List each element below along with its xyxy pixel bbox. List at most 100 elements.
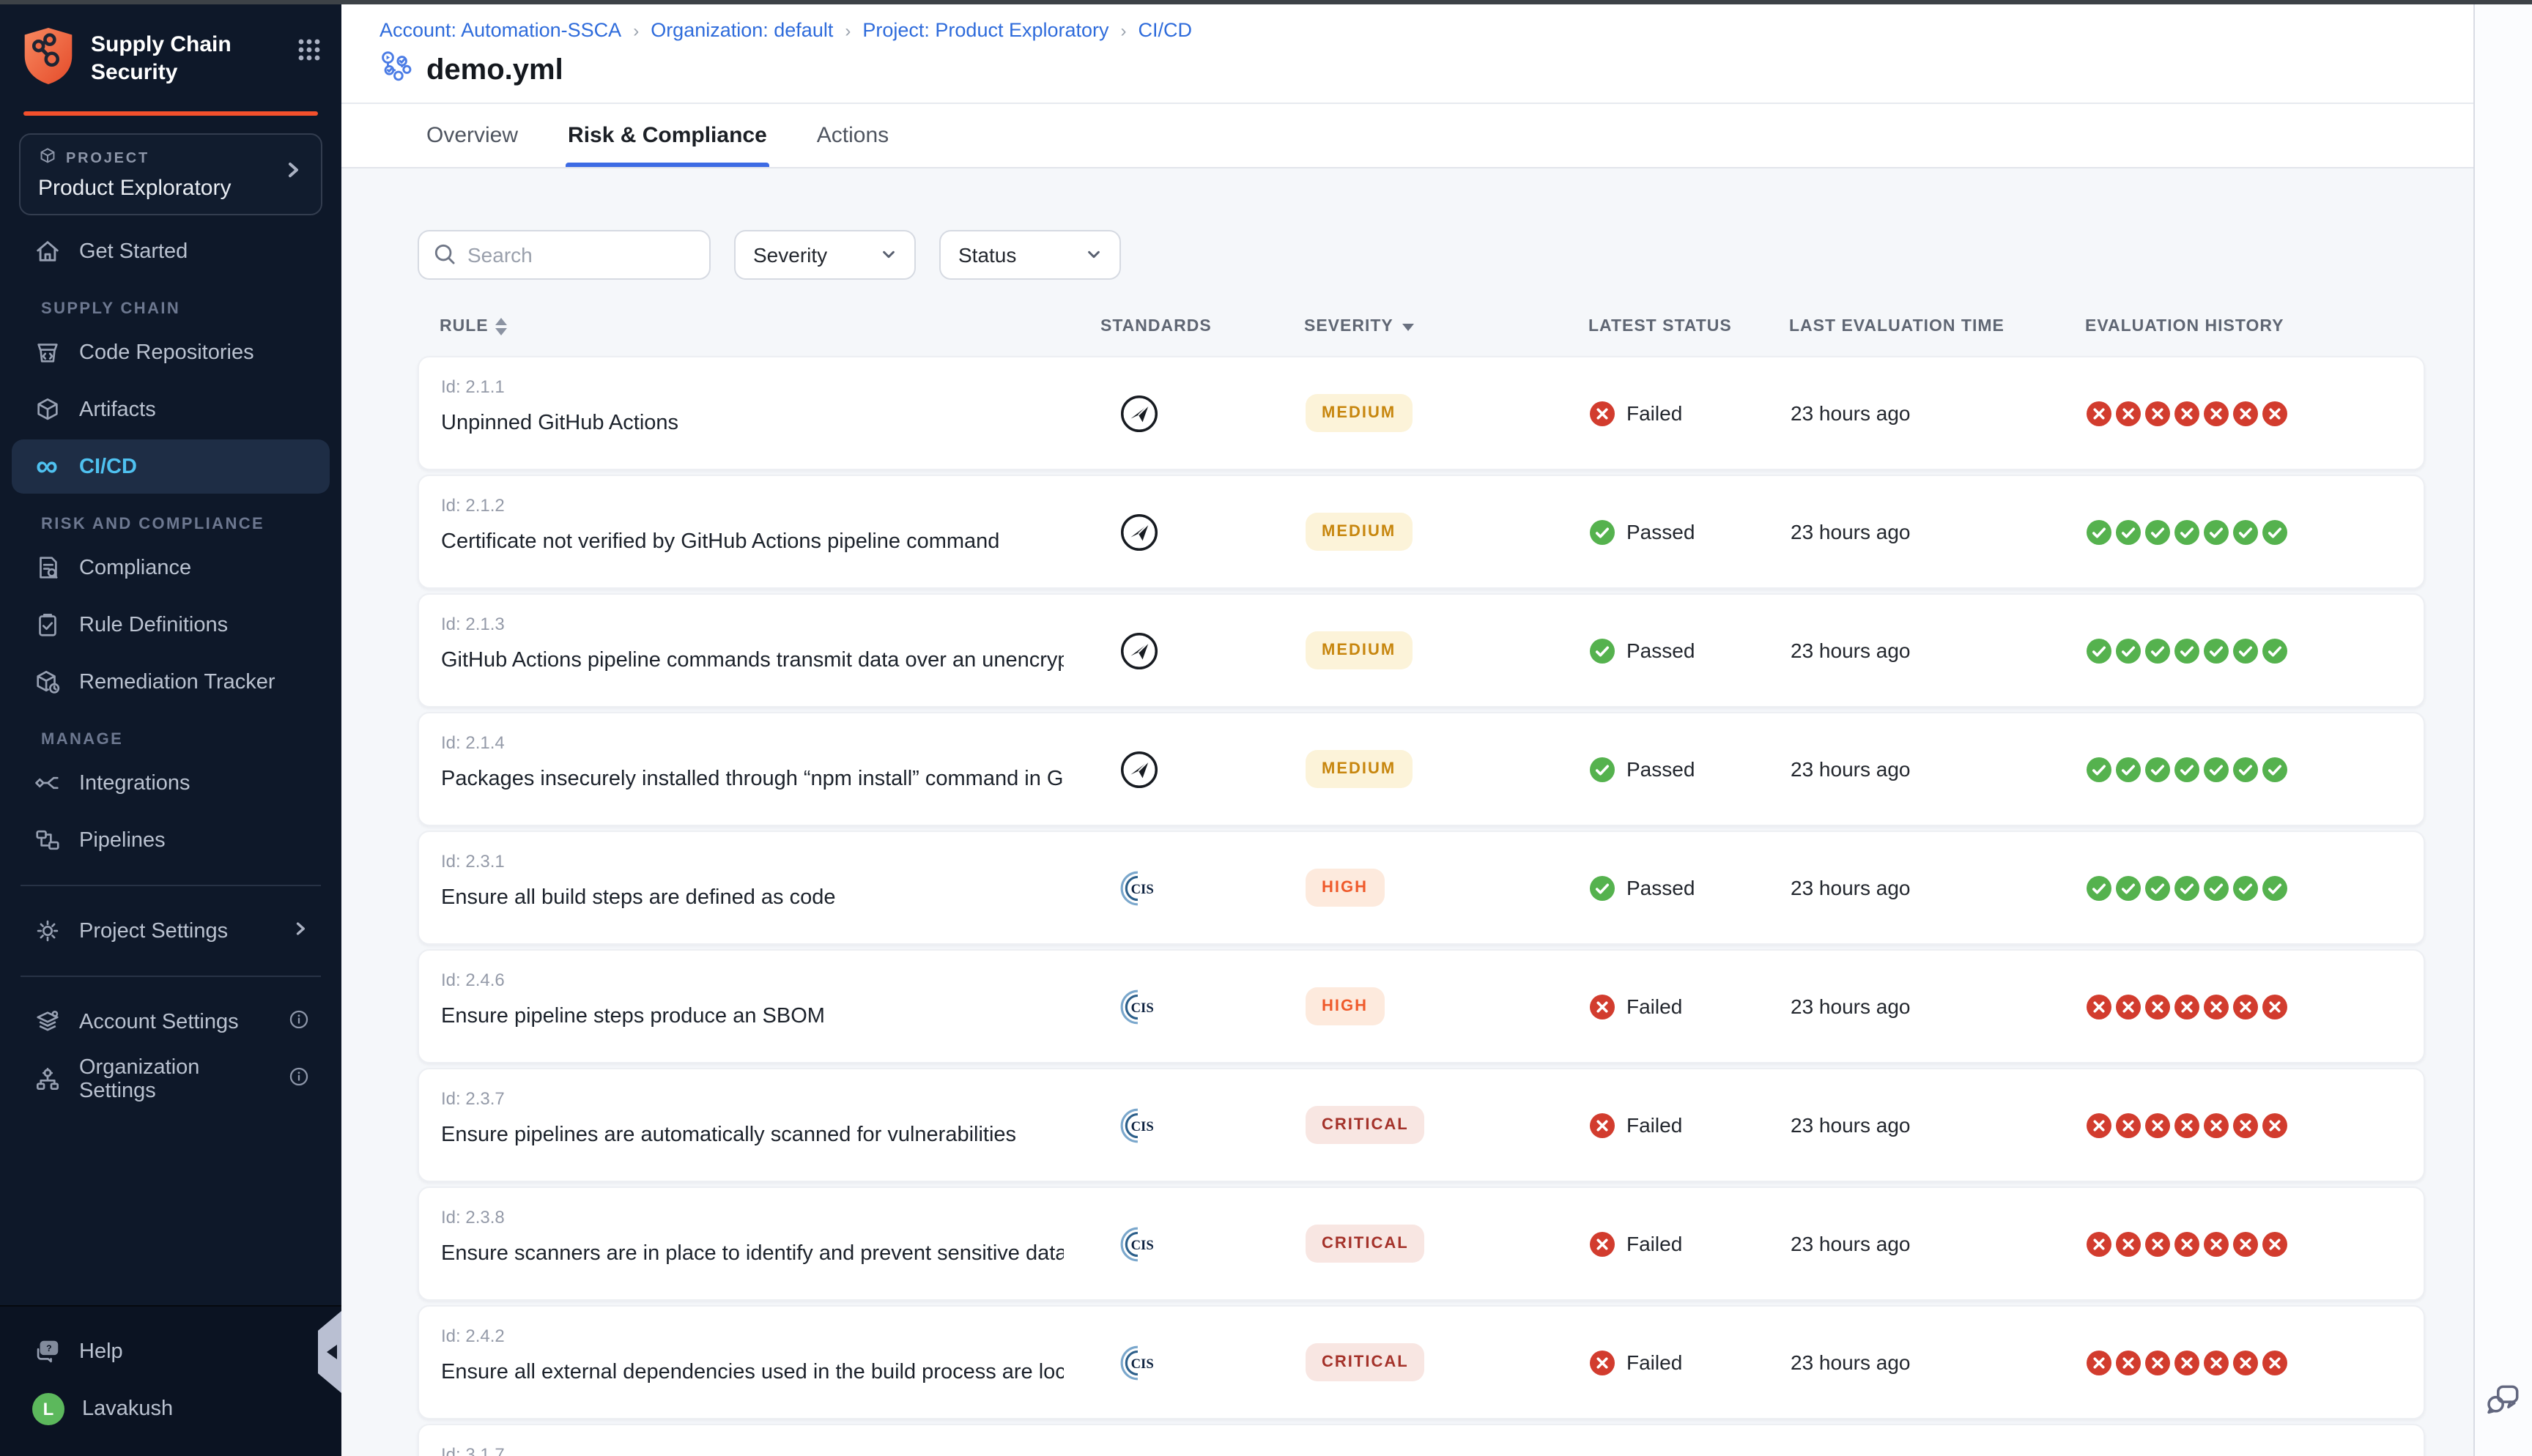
sidebar-item-code-repositories[interactable]: Code Repositories <box>12 325 330 379</box>
severity-filter-label: Severity <box>753 243 827 267</box>
page-title: demo.yml <box>426 53 563 87</box>
history-failed-icon <box>2262 1113 2287 1137</box>
breadcrumb-account-link[interactable]: Account: Automation-SSCA <box>380 19 621 41</box>
project-selector-label: PROJECT <box>66 150 149 166</box>
sidebar-item-integrations[interactable]: Integrations <box>12 756 330 810</box>
history-passed-icon <box>2087 519 2111 544</box>
table-row[interactable]: Id: 2.1.4 Packages insecurely installed … <box>418 712 2425 826</box>
sidebar-item-organization-settings[interactable]: Organization Settings <box>12 1052 330 1106</box>
history-passed-icon <box>2174 638 2199 663</box>
sidebar-item-get-started[interactable]: Get Started <box>12 224 330 278</box>
history-failed-icon <box>2204 401 2229 426</box>
history-failed-icon <box>2145 994 2170 1019</box>
app-logo: Supply Chain Security <box>0 4 341 105</box>
evaluation-history <box>2087 401 2424 426</box>
failed-status-icon <box>1590 1231 1615 1256</box>
sidebar-section-supply-chain: SUPPLY CHAIN <box>41 300 341 318</box>
rule-name: Ensure pipelines are automatically scann… <box>441 1123 1064 1147</box>
table-row[interactable]: Id: 2.3.1 Ensure all build steps are def… <box>418 831 2425 945</box>
info-icon[interactable] <box>289 1009 309 1035</box>
column-header-severity[interactable]: SEVERITY <box>1304 318 1588 335</box>
sidebar-item-pipelines[interactable]: Pipelines <box>12 813 330 867</box>
history-passed-icon <box>2262 875 2287 900</box>
chevron-left-icon <box>326 1345 336 1359</box>
project-selector[interactable]: PROJECT Product Exploratory <box>19 133 322 215</box>
search-input[interactable] <box>418 230 711 280</box>
drone-standard-icon <box>1119 512 1306 551</box>
sidebar-item-artifacts[interactable]: Artifacts <box>12 382 330 437</box>
tab-risk-and-compliance[interactable]: Risk & Compliance <box>565 104 770 167</box>
history-failed-icon <box>2204 1113 2229 1137</box>
column-header-last-evaluation-time: LAST EVALUATION TIME <box>1789 318 2085 335</box>
rule-id: Id: 2.1.2 <box>441 495 1064 516</box>
sidebar-item-account-settings[interactable]: Account Settings <box>12 995 330 1049</box>
sidebar-item-remediation-tracker[interactable]: Remediation Tracker <box>12 655 330 709</box>
history-failed-icon <box>2233 994 2258 1019</box>
failed-status-icon <box>1590 1113 1615 1137</box>
breadcrumb-cicd-link[interactable]: CI/CD <box>1139 19 1193 41</box>
sidebar-item-project-settings[interactable]: Project Settings <box>12 904 330 958</box>
history-failed-icon <box>2087 1350 2111 1375</box>
sidebar-footer: ? Help L Lavakush <box>0 1305 341 1456</box>
project-selector-value: Product Exploratory <box>38 176 283 201</box>
shield-logo-icon <box>21 25 76 94</box>
history-passed-icon <box>2204 519 2229 544</box>
cube-icon <box>32 395 62 424</box>
last-evaluation-time: 23 hours ago <box>1791 757 2087 781</box>
sidebar-section-manage: MANAGE <box>41 731 341 749</box>
sidebar-item-cicd[interactable]: ∞ CI/CD <box>12 439 330 494</box>
svg-text:CIS: CIS <box>1131 1356 1154 1371</box>
breadcrumb-separator: › <box>633 20 639 40</box>
info-icon[interactable] <box>289 1066 309 1092</box>
severity-filter-dropdown[interactable]: Severity <box>734 230 916 280</box>
svg-text:CIS: CIS <box>1131 1000 1154 1015</box>
last-evaluation-time: 23 hours ago <box>1791 876 2087 899</box>
home-icon <box>32 237 62 266</box>
column-header-latest-status: LATEST STATUS <box>1588 318 1789 335</box>
table-row[interactable]: Id: 2.4.6 Ensure pipeline steps produce … <box>418 949 2425 1063</box>
avatar: L <box>32 1392 64 1425</box>
history-passed-icon <box>2262 519 2287 544</box>
history-passed-icon <box>2204 875 2229 900</box>
svg-text:?: ? <box>45 1343 51 1353</box>
evaluation-history <box>2087 1113 2424 1137</box>
pipeline-icon <box>380 50 413 91</box>
table-row[interactable]: Id: 2.4.2 Ensure all external dependenci… <box>418 1305 2425 1419</box>
tab-overview[interactable]: Overview <box>423 104 521 167</box>
status-filter-dropdown[interactable]: Status <box>939 230 1121 280</box>
feedback-chat-icon[interactable] <box>2484 1380 2523 1427</box>
infinity-icon: ∞ <box>32 452 62 481</box>
user-menu[interactable]: L Lavakush <box>12 1381 330 1435</box>
table-row[interactable]: Id: 2.1.1 Unpinned GitHub Actions MEDIUM… <box>418 356 2425 470</box>
code-repository-icon <box>32 338 62 367</box>
history-passed-icon <box>2262 638 2287 663</box>
sort-desc-icon <box>1402 323 1414 330</box>
rule-name: Ensure all build steps are defined as co… <box>441 886 1064 910</box>
tab-actions[interactable]: Actions <box>814 104 892 167</box>
sidebar-item-help[interactable]: ? Help <box>12 1324 330 1378</box>
cis-standard-icon: CIS <box>1119 1105 1306 1145</box>
column-header-standards: STANDARDS <box>1077 318 1304 335</box>
sort-icon <box>496 318 508 335</box>
sidebar-item-rule-definitions[interactable]: Rule Definitions <box>12 598 330 652</box>
column-header-rule[interactable]: RULE <box>418 318 1077 335</box>
breadcrumb-project-link[interactable]: Project: Product Exploratory <box>862 19 1108 41</box>
cis-standard-icon: CIS <box>1119 1224 1306 1263</box>
passed-status-icon <box>1590 638 1615 663</box>
sidebar-item-compliance[interactable]: Compliance <box>12 541 330 595</box>
breadcrumb-organization-link[interactable]: Organization: default <box>651 19 833 41</box>
evaluation-history <box>2087 875 2424 900</box>
table-row[interactable]: Id: 2.1.3 GitHub Actions pipeline comman… <box>418 593 2425 707</box>
table-row[interactable]: Id: 2.1.2 Certificate not verified by Gi… <box>418 475 2425 589</box>
history-failed-icon <box>2204 994 2229 1019</box>
rule-name: Certificate not verified by GitHub Actio… <box>441 530 1064 554</box>
history-passed-icon <box>2145 638 2170 663</box>
app-grid-icon[interactable] <box>297 38 321 69</box>
table-row[interactable]: Id: 3.1.7 CIS CRITICAL Failed 23 hours a… <box>418 1424 2425 1456</box>
history-failed-icon <box>2233 1113 2258 1137</box>
table-row[interactable]: Id: 2.3.8 Ensure scanners are in place t… <box>418 1186 2425 1301</box>
breadcrumb-separator: › <box>1121 20 1127 40</box>
history-failed-icon <box>2087 1113 2111 1137</box>
rule-id: Id: 2.4.6 <box>441 970 1064 990</box>
table-row[interactable]: Id: 2.3.7 Ensure pipelines are automatic… <box>418 1068 2425 1182</box>
